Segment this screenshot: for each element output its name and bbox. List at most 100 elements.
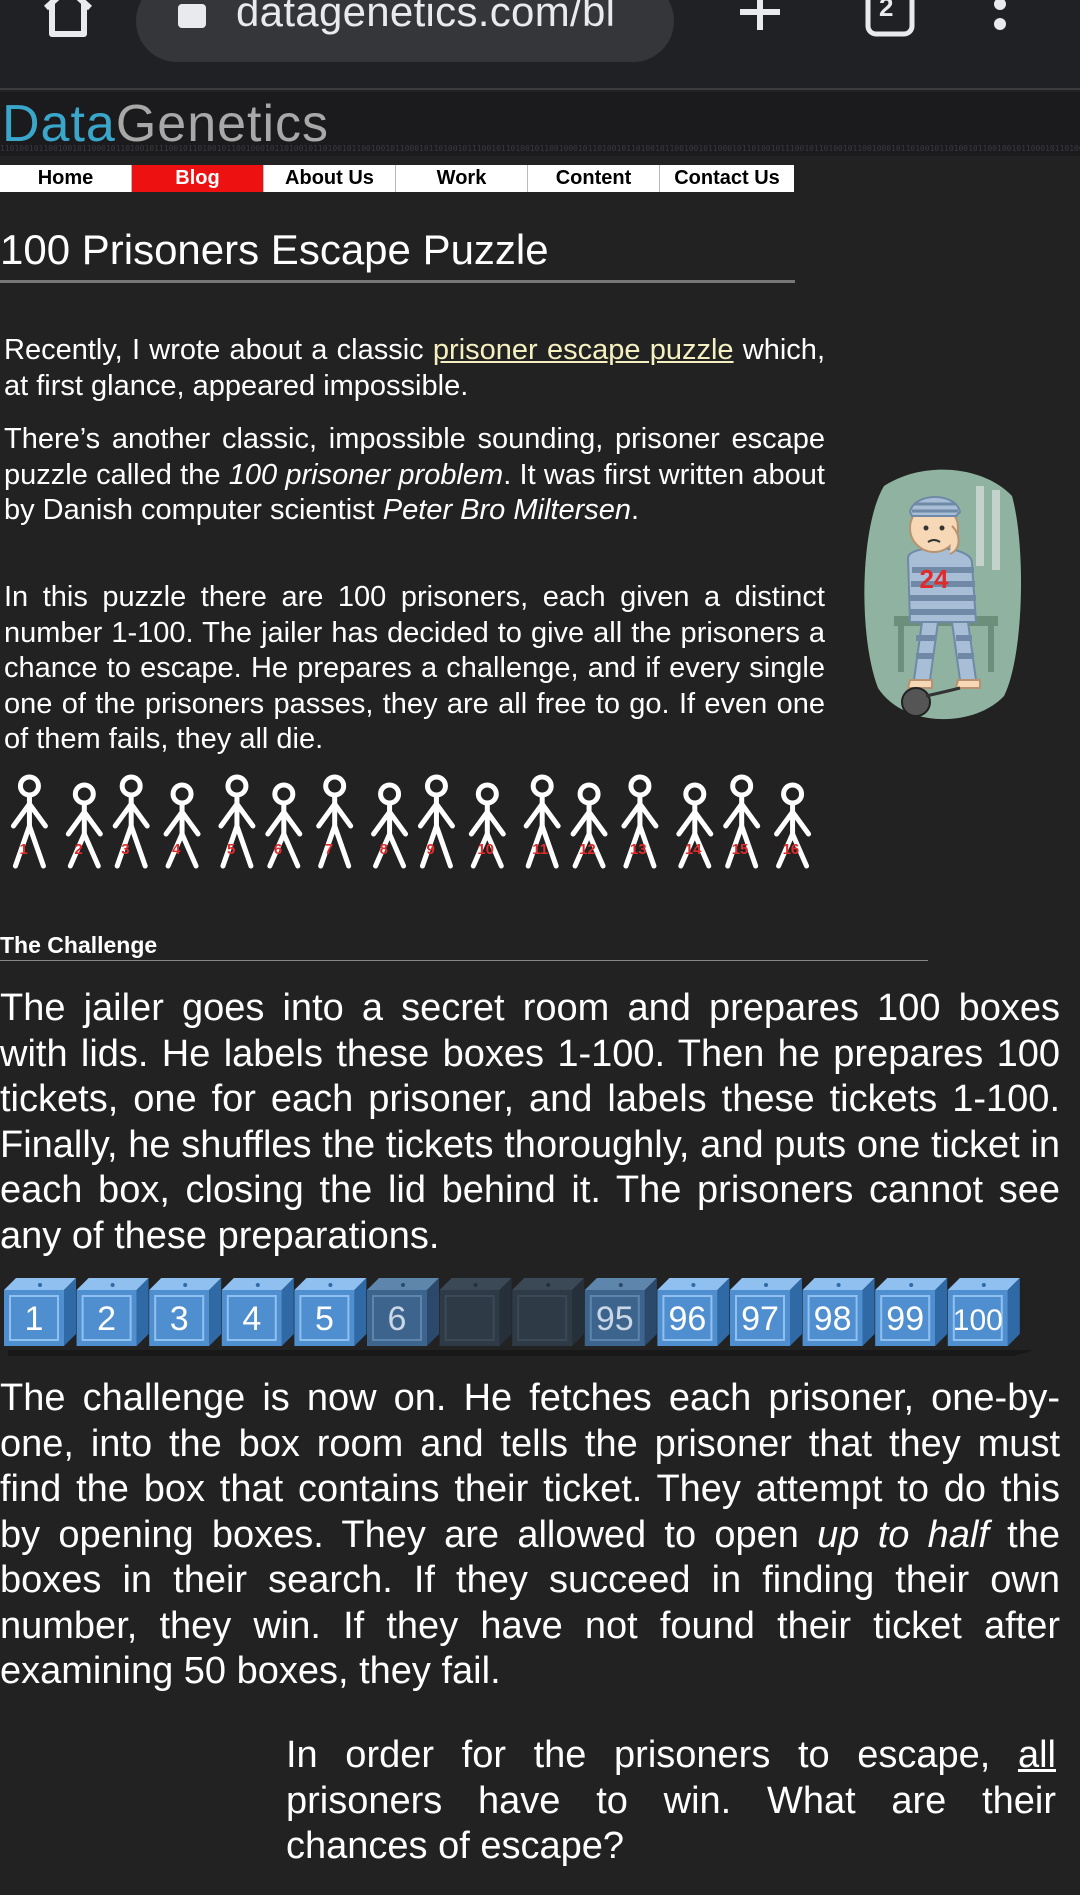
challenge-divider [0,960,928,961]
url-text[interactable]: datagenetics.com/bl [236,0,615,36]
stick-figure: 3 [112,774,150,869]
box-label: 95 [596,1300,634,1338]
ticket-box: 1 [4,1278,76,1346]
stick-figure-number: 1 [19,841,27,858]
box-label: 98 [814,1300,852,1338]
ticket-box: 5 [294,1278,367,1346]
p6-text-b: prisoners have to win. What are their ch… [286,1779,1056,1868]
browser-toolbar: datagenetics.com/bl 2 [0,0,1080,90]
stick-figure: 6 [265,782,303,869]
p6-text-a: In order for the prisoners to escape, [286,1734,1018,1776]
stick-figure-number: 2 [74,841,82,858]
stick-figure: 14 [676,782,714,869]
stick-figure-number: 8 [380,841,388,858]
stick-figure-number: 5 [227,841,235,858]
stick-figure: 10 [468,782,506,869]
nav-content[interactable]: Content [528,165,660,192]
question-paragraph: In order for the prisoners to escape, al… [286,1733,1056,1870]
stick-figure-number: 4 [172,841,181,858]
nav-blog[interactable]: Blog [132,165,264,192]
stick-figure: 15 [723,774,761,869]
ticket-box: 96 [657,1278,730,1346]
nav-contact-us[interactable]: Contact Us [660,165,794,192]
box-label: 5 [315,1300,334,1338]
box-label: 99 [886,1300,924,1338]
ticket-box: 95 [584,1278,657,1346]
stick-figure: 8 [371,782,409,869]
challenge-paragraph: The jailer goes into a secret room and p… [0,987,1060,1257]
prisoner-badge: 24 [920,564,949,594]
intro-paragraph: Recently, I wrote about a classic prison… [4,333,825,404]
lock-icon [178,4,206,28]
stick-figure-number: 3 [121,841,129,858]
prisoner-escape-puzzle-link[interactable]: prisoner escape puzzle [433,334,734,366]
ticket-box: 97 [730,1278,802,1346]
ticket-box: 99 [875,1278,948,1346]
nav-home[interactable]: Home [0,165,132,192]
more-menu-button[interactable] [980,0,1020,40]
stick-figure-number: 12 [579,841,596,858]
box-row: 1 2 3 4 5 6 95 96 97 98 99 100 [4,1278,1034,1356]
stick-figure-number: 11 [532,841,548,858]
page-title: 100 Prisoners Escape Puzzle [0,226,549,273]
p1-text-a: Recently, I wrote about a classic [4,334,433,366]
puzzle-paragraph: In this puzzle there are 100 prisoners, … [4,581,825,755]
ticket-box [512,1278,585,1346]
stick-figure: 16 [774,782,812,869]
box-label: 3 [170,1300,189,1338]
background-paragraph: There’s another classic, impossible soun… [4,422,825,529]
binary-decoration: 1101001011001001011000101101001011100101… [0,144,1080,153]
site-header: DataGenetics 110100101100100101100010110… [0,92,1080,156]
ticket-box: 4 [221,1278,294,1346]
stick-figure-row: 1 2 3 4 5 6 7 8 9 10 11 12 13 14 15 16 [10,774,812,869]
stick-figure: 7 [316,774,354,869]
ticket-box: 6 [367,1278,439,1346]
ticket-box: 98 [802,1278,875,1346]
nav-about-us[interactable]: About Us [264,165,396,192]
box-label: 6 [388,1300,407,1338]
tab-count: 2 [879,0,894,22]
stick-figure: 9 [417,774,455,869]
box-label: 100 [953,1304,1003,1337]
stick-figure: 1 [10,774,48,869]
home-icon [43,0,93,37]
ticket-box [439,1278,512,1346]
title-divider [0,280,795,283]
home-button[interactable] [40,0,96,40]
p2-text-c: . [630,494,640,526]
stick-figure: 4 [163,782,201,869]
challenge-heading: The Challenge [0,932,158,958]
plus-icon [740,0,780,30]
new-tab-button[interactable] [732,0,788,40]
stick-figure-number: 7 [325,841,333,858]
ticket-box: 2 [76,1278,149,1346]
p6-underline-all: all [1017,1734,1056,1776]
p5-em-half: up to half [817,1513,989,1556]
rules-paragraph: The challenge is now on. He fetches each… [0,1376,1060,1695]
tab-switcher-button[interactable]: 2 [862,0,918,40]
stick-figure: 13 [621,774,659,869]
stick-figure-number: 9 [426,841,434,858]
p2-em-problem: 100 prisoner problem [228,458,504,491]
stick-figure-number: 14 [685,841,702,858]
box-shadow [8,1350,1034,1356]
nav-work[interactable]: Work [396,165,528,192]
box-label: 97 [741,1300,779,1338]
stick-figure-number: 13 [630,841,647,858]
stick-figure-number: 16 [783,841,800,858]
box-label: 1 [25,1300,44,1338]
stick-figure: 2 [65,782,103,869]
stick-figure: 5 [218,774,256,869]
box-label: 96 [668,1300,706,1338]
box-label: 2 [97,1300,116,1338]
prisoner-illustration: 24 [864,469,1022,720]
main-nav: Home Blog About Us Work Content Contact … [0,165,794,192]
stick-figure-number: 6 [274,841,282,858]
box-label: 4 [242,1300,261,1338]
ticket-box: 100 [947,1278,1020,1346]
stick-figure-number: 15 [732,841,749,858]
stick-figure: 12 [570,782,608,869]
stick-figure-number: 10 [477,841,494,858]
more-vert-icon [994,0,1006,30]
p2-em-author: Peter Bro Miltersen [382,494,631,526]
